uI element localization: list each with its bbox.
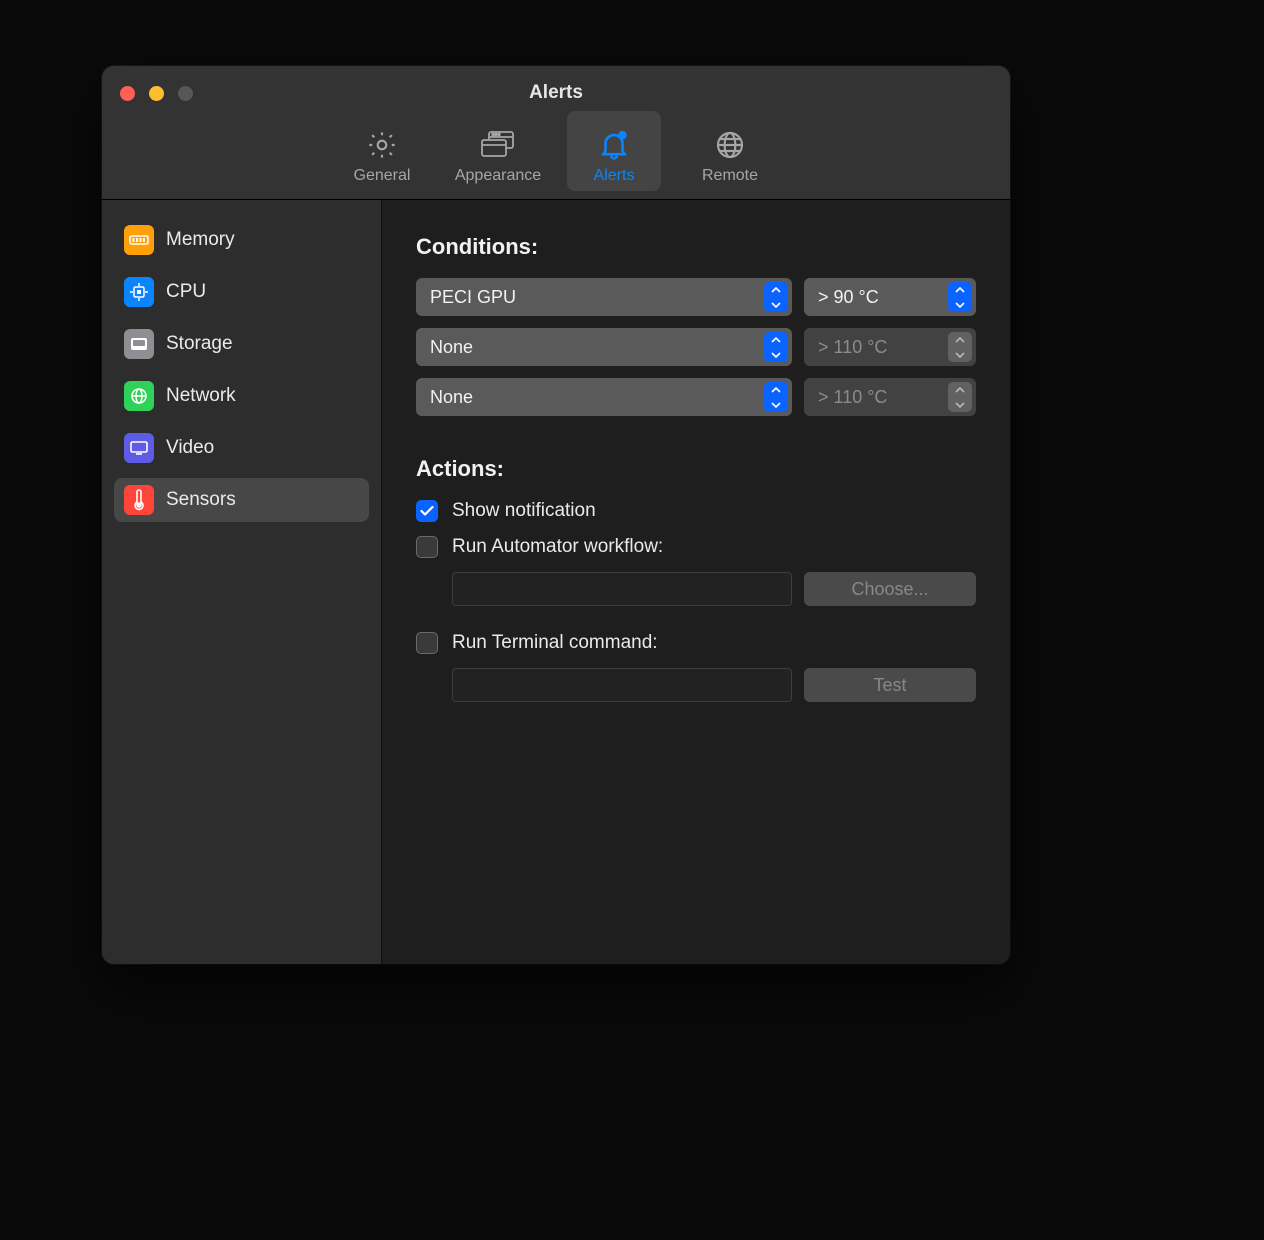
sidebar-item-label: Memory	[166, 229, 235, 251]
video-icon	[124, 433, 154, 463]
sidebar-item-sensors[interactable]: Sensors	[114, 478, 369, 522]
condition-sensor-popup[interactable]: None	[416, 378, 792, 416]
actions-section: Actions: Show notification Run Automator…	[416, 456, 976, 702]
toolbar-tabs: General Appearance	[102, 111, 1010, 191]
condition-row: None > 110 °C	[416, 328, 976, 366]
tab-remote[interactable]: Remote	[683, 111, 777, 191]
run-terminal-sub-row: Test	[452, 668, 976, 702]
popup-stepper-icon	[948, 282, 972, 312]
condition-threshold-value: > 110 °C	[818, 387, 887, 408]
windows-icon	[479, 125, 517, 165]
condition-sensor-value: PECI GPU	[430, 287, 516, 308]
network-icon	[124, 381, 154, 411]
popup-stepper-icon	[764, 382, 788, 412]
window-body: Memory CPU Storage Network	[102, 200, 1010, 964]
sidebar-item-storage[interactable]: Storage	[114, 322, 369, 366]
show-notification-checkbox[interactable]	[416, 500, 438, 522]
condition-threshold-popup: > 110 °C	[804, 328, 976, 366]
run-terminal-row: Run Terminal command:	[416, 632, 976, 654]
window-title: Alerts	[102, 82, 1010, 104]
sidebar-item-label: Network	[166, 385, 236, 407]
condition-sensor-popup[interactable]: None	[416, 328, 792, 366]
condition-threshold-popup: > 110 °C	[804, 378, 976, 416]
preferences-window: Alerts General	[102, 66, 1010, 964]
tab-remote-label: Remote	[702, 167, 758, 185]
globe-icon	[714, 125, 746, 165]
condition-threshold-value: > 110 °C	[818, 337, 887, 358]
tab-appearance[interactable]: Appearance	[451, 111, 545, 191]
tab-appearance-label: Appearance	[455, 167, 541, 185]
sidebar-item-cpu[interactable]: CPU	[114, 270, 369, 314]
sidebar-item-network[interactable]: Network	[114, 374, 369, 418]
sidebar-item-label: Sensors	[166, 489, 236, 511]
sidebar-item-label: Video	[166, 437, 214, 459]
titlebar: Alerts General	[102, 66, 1010, 200]
popup-stepper-icon	[948, 332, 972, 362]
cpu-icon	[124, 277, 154, 307]
memory-icon	[124, 225, 154, 255]
content-pane: Conditions: PECI GPU > 90 °C	[382, 200, 1010, 964]
run-terminal-checkbox[interactable]	[416, 632, 438, 654]
gear-icon	[366, 125, 398, 165]
show-notification-row: Show notification	[416, 500, 976, 522]
condition-sensor-popup[interactable]: PECI GPU	[416, 278, 792, 316]
storage-icon	[124, 329, 154, 359]
conditions-title: Conditions:	[416, 234, 976, 260]
sidebar-item-label: CPU	[166, 281, 206, 303]
bell-icon	[597, 125, 631, 165]
tab-general-label: General	[354, 167, 411, 185]
sensors-icon	[124, 485, 154, 515]
show-notification-label: Show notification	[452, 500, 596, 522]
run-automator-row: Run Automator workflow:	[416, 536, 976, 558]
condition-sensor-value: None	[430, 337, 473, 358]
tab-general[interactable]: General	[335, 111, 429, 191]
actions-title: Actions:	[416, 456, 976, 482]
choose-button[interactable]: Choose...	[804, 572, 976, 606]
sidebar-item-video[interactable]: Video	[114, 426, 369, 470]
sidebar-item-memory[interactable]: Memory	[114, 218, 369, 262]
condition-threshold-value: > 90 °C	[818, 287, 879, 308]
run-automator-sub-row: Choose...	[452, 572, 976, 606]
popup-stepper-icon	[764, 332, 788, 362]
tab-alerts[interactable]: Alerts	[567, 111, 661, 191]
run-terminal-label: Run Terminal command:	[452, 632, 658, 654]
sidebar-item-label: Storage	[166, 333, 233, 355]
popup-stepper-icon	[764, 282, 788, 312]
popup-stepper-icon	[948, 382, 972, 412]
tab-alerts-label: Alerts	[594, 167, 635, 185]
terminal-command-input[interactable]	[452, 668, 792, 702]
condition-threshold-popup[interactable]: > 90 °C	[804, 278, 976, 316]
condition-sensor-value: None	[430, 387, 473, 408]
run-automator-label: Run Automator workflow:	[452, 536, 663, 558]
condition-row: None > 110 °C	[416, 378, 976, 416]
automator-path-input[interactable]	[452, 572, 792, 606]
sidebar: Memory CPU Storage Network	[102, 200, 382, 964]
test-button[interactable]: Test	[804, 668, 976, 702]
run-automator-checkbox[interactable]	[416, 536, 438, 558]
condition-row: PECI GPU > 90 °C	[416, 278, 976, 316]
